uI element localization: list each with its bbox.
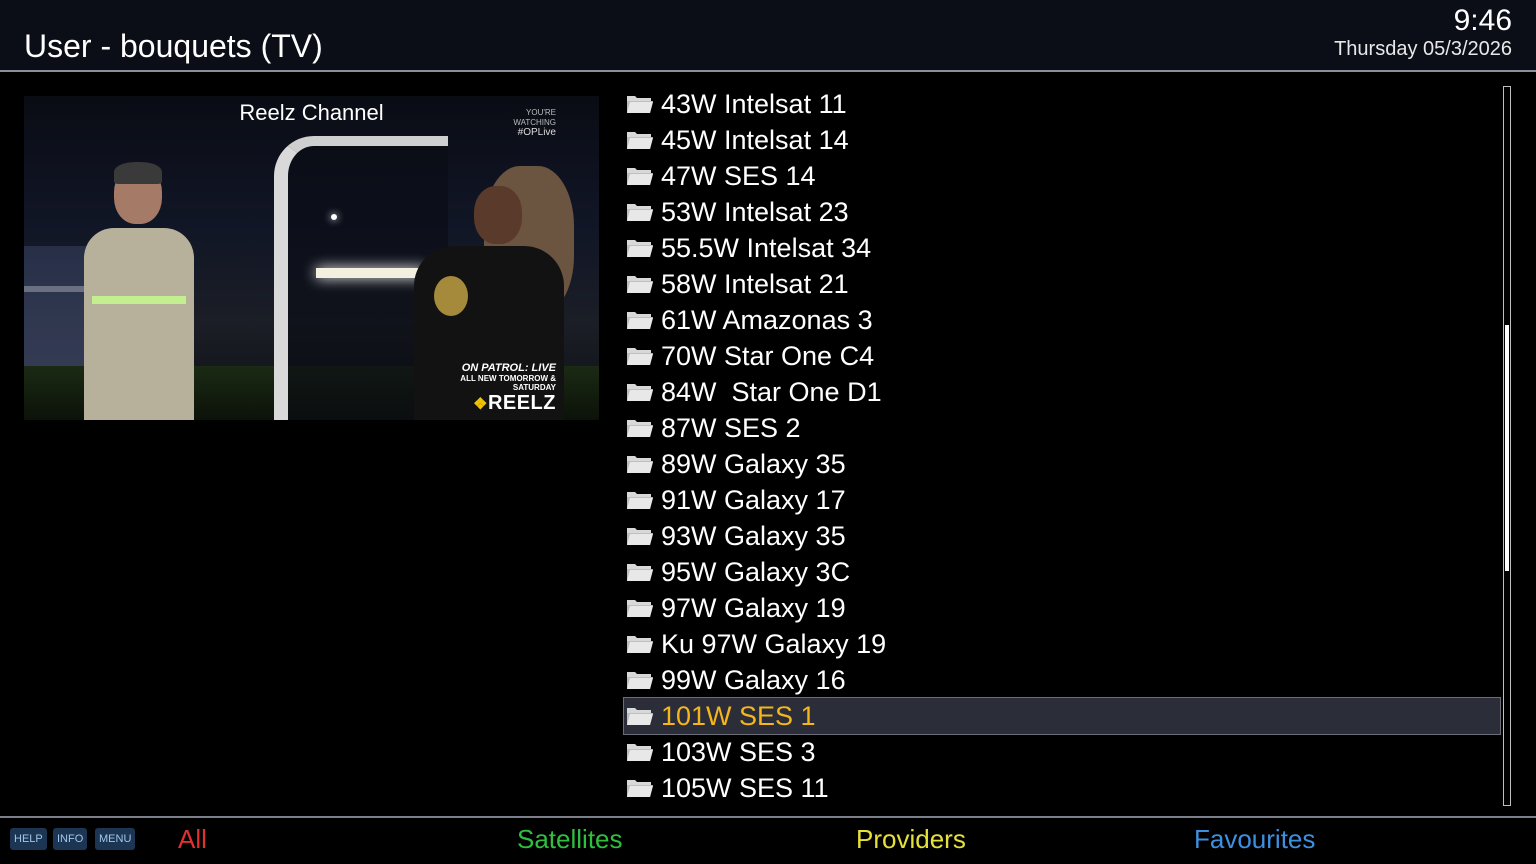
list-item-label: 58W Intelsat 21 xyxy=(661,269,849,299)
list-item[interactable]: 70W Star One C4 xyxy=(624,338,1500,374)
folder-icon xyxy=(626,165,654,186)
list-item[interactable]: 103W SES 3 xyxy=(624,734,1500,770)
list-item[interactable]: 97W Galaxy 19 xyxy=(624,590,1500,626)
list-item-label: 84W Star One D1 xyxy=(661,377,882,407)
clock: 9:46 xyxy=(1453,4,1512,37)
list-item[interactable]: 101W SES 1 xyxy=(623,697,1501,735)
folder-icon xyxy=(626,561,654,582)
list-item-label: 53W Intelsat 23 xyxy=(661,197,849,227)
reelz-logo: ❖REELZ xyxy=(473,392,556,414)
footer-bar: HELP INFO MENU All Satellites Providers … xyxy=(0,818,1536,864)
folder-icon xyxy=(626,381,654,402)
list-item[interactable]: 61W Amazonas 3 xyxy=(624,302,1500,338)
folder-icon xyxy=(626,201,654,222)
list-item-label: 89W Galaxy 35 xyxy=(661,449,846,479)
scrollbar[interactable] xyxy=(1503,86,1511,806)
list-item[interactable]: 43W Intelsat 11 xyxy=(624,86,1500,122)
list-item-label: Ku 97W Galaxy 19 xyxy=(661,629,887,659)
list-item-label: 95W Galaxy 3C xyxy=(661,557,851,587)
preview-overlay-brand: ON PATROL: LIVE ALL NEW TOMORROW & SATUR… xyxy=(444,362,556,415)
folder-icon xyxy=(626,345,654,366)
folder-icon xyxy=(626,417,654,438)
folder-icon xyxy=(626,237,654,258)
list-item-label: 105W SES 11 xyxy=(661,773,829,803)
list-item-label: 99W Galaxy 16 xyxy=(661,665,846,695)
list-item-label: 70W Star One C4 xyxy=(661,341,875,371)
list-item[interactable]: 87W SES 2 xyxy=(624,410,1500,446)
tv-preview: Reelz Channel YOU'RE WATCHING #OPLive ON… xyxy=(24,96,599,420)
list-item[interactable]: 99W Galaxy 16 xyxy=(624,662,1500,698)
list-item[interactable]: 84W Star One D1 xyxy=(624,374,1500,410)
list-item[interactable]: 93W Galaxy 35 xyxy=(624,518,1500,554)
bouquet-list: 43W Intelsat 11 45W Intelsat 14 47W SES 14… xyxy=(623,86,1501,806)
list-item-label: 55.5W Intelsat 34 xyxy=(661,233,872,263)
list-item[interactable]: 105W SES 11 xyxy=(624,770,1500,806)
list-item[interactable]: Ku 97W Galaxy 19 xyxy=(624,626,1500,662)
blue-button-favourites[interactable]: Favourites xyxy=(1194,824,1315,855)
list-item-label: 97W Galaxy 19 xyxy=(661,593,846,623)
list-item[interactable]: 55.5W Intelsat 34 xyxy=(624,230,1500,266)
header-bar: User - bouquets (TV) 9:46 Thursday 05/3/… xyxy=(0,0,1536,72)
preview-overlay-schedule: ALL NEW TOMORROW & SATURDAY xyxy=(460,374,556,392)
folder-icon xyxy=(626,309,654,330)
preview-overlay-watching: YOU'RE WATCHING #OPLive xyxy=(513,108,556,138)
list-item[interactable]: 95W Galaxy 3C xyxy=(624,554,1500,590)
list-item[interactable]: 89W Galaxy 35 xyxy=(624,446,1500,482)
folder-icon xyxy=(626,669,654,690)
list-item-label: 91W Galaxy 17 xyxy=(661,485,846,515)
yellow-button-providers[interactable]: Providers xyxy=(856,824,966,855)
folder-icon xyxy=(626,93,654,114)
folder-icon xyxy=(626,633,654,654)
info-key[interactable]: INFO xyxy=(53,828,88,850)
folder-icon xyxy=(626,597,654,618)
date: Thursday 05/3/2026 xyxy=(1334,38,1512,60)
folder-icon xyxy=(626,777,654,798)
folder-icon xyxy=(626,129,654,150)
list-item-label: 93W Galaxy 35 xyxy=(661,521,846,551)
list-item-label: 61W Amazonas 3 xyxy=(661,305,873,335)
list-item-label: 47W SES 14 xyxy=(661,161,816,191)
list-item[interactable]: 45W Intelsat 14 xyxy=(624,122,1500,158)
list-item-label: 87W SES 2 xyxy=(661,413,801,443)
page-title: User - bouquets (TV) xyxy=(24,28,323,64)
help-key[interactable]: HELP xyxy=(10,828,47,850)
preview-streetlight xyxy=(331,214,337,220)
preview-overlay-show: ON PATROL: LIVE xyxy=(461,362,556,374)
folder-icon xyxy=(626,525,654,546)
list-item[interactable]: 58W Intelsat 21 xyxy=(624,266,1500,302)
folder-icon xyxy=(626,489,654,510)
folder-icon xyxy=(626,453,654,474)
scrollbar-thumb[interactable] xyxy=(1505,325,1509,571)
green-button-satellites[interactable]: Satellites xyxy=(517,824,623,855)
list-item-label: 43W Intelsat 11 xyxy=(661,89,847,119)
list-item[interactable]: 91W Galaxy 17 xyxy=(624,482,1500,518)
red-button-all[interactable]: All xyxy=(178,824,207,855)
list-item-label: 103W SES 3 xyxy=(661,737,816,767)
list-item[interactable]: 53W Intelsat 23 xyxy=(624,194,1500,230)
list-item[interactable]: 47W SES 14 xyxy=(624,158,1500,194)
menu-key[interactable]: MENU xyxy=(95,828,136,850)
list-item-label: 45W Intelsat 14 xyxy=(661,125,849,155)
folder-icon xyxy=(626,741,654,762)
preview-man xyxy=(84,162,194,420)
folder-icon xyxy=(626,273,654,294)
list-item-label: 101W SES 1 xyxy=(661,701,816,731)
folder-icon xyxy=(626,705,654,726)
